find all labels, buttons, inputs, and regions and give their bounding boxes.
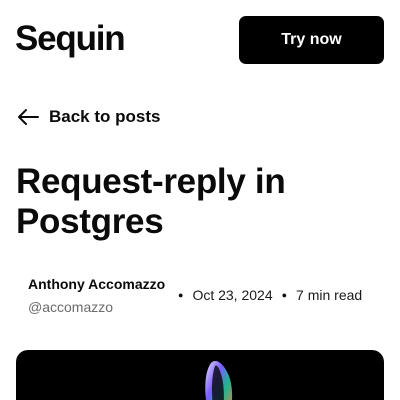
author-handle[interactable]: @accomazzo <box>28 299 113 315</box>
post-date: Oct 23, 2024 <box>192 287 273 303</box>
arrow-left-icon <box>18 109 39 125</box>
back-link-label: Back to posts <box>49 107 161 126</box>
post-meta: ● Oct 23, 2024 ● 7 min read <box>178 287 362 303</box>
read-time: 7 min read <box>296 287 363 303</box>
hero-image <box>16 350 384 400</box>
separator-dot: ● <box>178 290 184 300</box>
hero-artwork <box>205 361 233 400</box>
back-to-posts-link[interactable]: Back to posts <box>16 104 160 130</box>
separator-dot: ● <box>281 290 288 300</box>
logo[interactable]: Sequin <box>15 18 126 60</box>
author-name[interactable]: Anthony Accomazzo <box>28 276 165 292</box>
blog-post-page: Sequin Try now Back to posts Request-rep… <box>0 0 400 400</box>
try-now-button[interactable]: Try now <box>239 16 384 64</box>
post-title: Request-reply in Postgres <box>16 162 286 241</box>
